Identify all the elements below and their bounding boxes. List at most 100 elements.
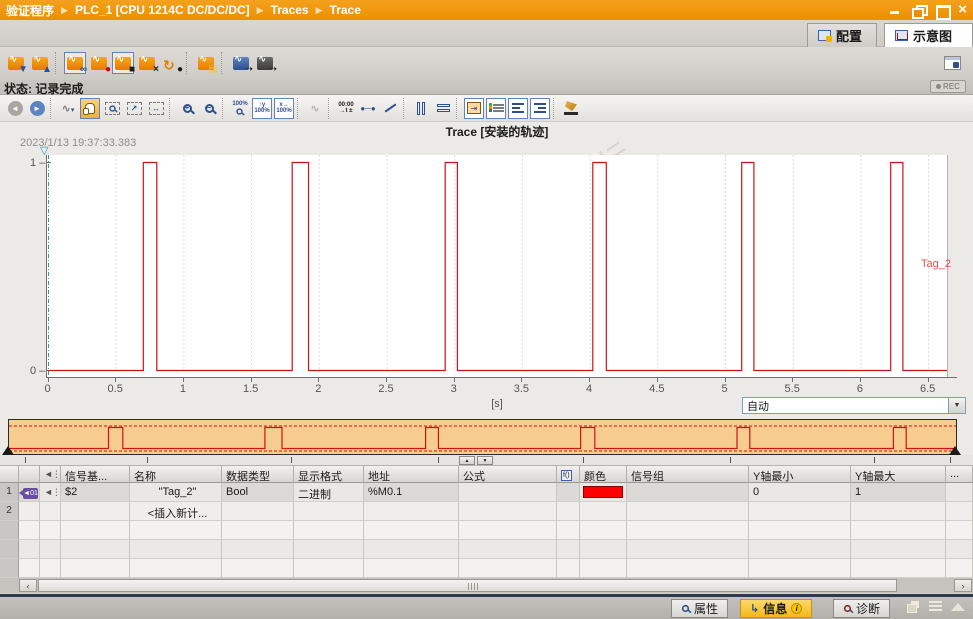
cell-formula[interactable] <box>459 483 557 502</box>
y-scale-100-icon[interactable]: ↑y 100% <box>252 97 272 119</box>
cell-ymax[interactable] <box>851 559 946 578</box>
cell-fx[interactable] <box>557 483 580 502</box>
signal-color-swatch[interactable] <box>583 486 623 498</box>
show-sample-points-icon[interactable]: ●─● <box>358 98 378 119</box>
start-recording-icon[interactable]: ∿ ● <box>88 52 111 74</box>
align-legend-left-icon[interactable] <box>508 97 528 119</box>
chevron-down-icon[interactable]: ▼ <box>948 398 965 413</box>
pan-icon[interactable] <box>80 97 100 119</box>
cell-name[interactable]: "Tag_2" <box>130 483 222 502</box>
nav-forward-icon[interactable]: ► <box>27 98 47 119</box>
cell-fx[interactable] <box>557 521 580 540</box>
cell-formula[interactable] <box>459 559 557 578</box>
cell-name[interactable] <box>130 521 222 540</box>
cell-group[interactable] <box>627 521 749 540</box>
tab-configuration[interactable]: 配置 <box>807 23 877 47</box>
snap-cursor-icon[interactable]: ∿▾ <box>58 98 78 119</box>
cell-ymin[interactable] <box>749 540 851 559</box>
cell-base[interactable] <box>61 540 130 559</box>
collapse-panel-icon[interactable] <box>951 603 965 611</box>
float-panel-icon[interactable] <box>907 601 920 613</box>
zoom-in-icon[interactable]: + <box>177 98 197 119</box>
cell-group[interactable] <box>627 540 749 559</box>
cell-formula[interactable] <box>459 521 557 540</box>
zoom-100-icon[interactable]: 100% <box>230 98 250 119</box>
zoom-selection-icon[interactable] <box>102 98 122 119</box>
overview-range-handle-right[interactable] <box>949 446 961 455</box>
auto-repeat-icon[interactable]: ↻ ● <box>160 52 183 75</box>
cell-fx[interactable] <box>557 540 580 559</box>
cell-color[interactable] <box>580 559 627 578</box>
cell-tag[interactable] <box>19 521 40 540</box>
cell-datatype[interactable] <box>222 559 294 578</box>
cell-formula[interactable] <box>459 540 557 559</box>
cell-format[interactable] <box>294 540 364 559</box>
cell-src[interactable] <box>40 521 61 540</box>
cell-datatype[interactable]: Bool <box>222 483 294 502</box>
cell-ymin[interactable]: 0 <box>749 483 851 502</box>
scrollbar-thumb[interactable] <box>38 579 897 592</box>
time-alignment-icon[interactable]: 00:00 →t ± <box>336 98 356 119</box>
cell-color[interactable] <box>580 521 627 540</box>
cell-name[interactable]: <插入新计... <box>130 502 222 521</box>
scroll-left-icon[interactable]: ‹ <box>19 579 37 592</box>
cell-fx[interactable] <box>557 559 580 578</box>
maximize-icon[interactable] <box>935 4 952 20</box>
cell-base[interactable] <box>61 521 130 540</box>
cell-src[interactable] <box>40 540 61 559</box>
cell-color[interactable] <box>580 502 627 521</box>
cell-datatype[interactable] <box>222 540 294 559</box>
cell-more[interactable] <box>946 540 973 559</box>
cell-base[interactable] <box>61 502 130 521</box>
cell-src[interactable]: ◄⋮ <box>40 483 61 502</box>
delete-trace-icon[interactable]: ∿ × <box>136 52 159 74</box>
split-horizontal-icon[interactable] <box>433 98 453 119</box>
float-view-icon[interactable] <box>944 56 961 70</box>
cell-ymax[interactable] <box>851 521 946 540</box>
cell-tag[interactable] <box>19 502 40 521</box>
cell-ymin[interactable] <box>749 559 851 578</box>
zoom-out-icon[interactable]: − <box>199 98 219 119</box>
plot-area[interactable] <box>46 155 951 377</box>
horizontal-scrollbar[interactable]: ‹ › <box>0 578 973 593</box>
transfer-configuration-to-device-icon[interactable]: ∿ ▼ <box>5 52 28 74</box>
cell-datatype[interactable] <box>222 502 294 521</box>
cell-color[interactable] <box>580 483 627 502</box>
scale-mode-dropdown[interactable]: 自动 ▼ <box>742 397 966 414</box>
cell-more[interactable] <box>946 521 973 540</box>
split-vertical-icon[interactable] <box>411 98 431 119</box>
tab-diagnostics[interactable]: 诊断 <box>833 599 891 618</box>
background-color-icon[interactable] <box>561 98 581 119</box>
expand-down-icon[interactable]: ▼ <box>477 456 493 465</box>
cell-base[interactable]: $2 <box>61 483 130 502</box>
cell-more[interactable] <box>946 559 973 578</box>
cell-group[interactable] <box>627 502 749 521</box>
float-window-icon[interactable] <box>912 4 929 19</box>
breadcrumb-item[interactable]: 验证程序 <box>6 2 54 19</box>
cell-more[interactable] <box>946 483 973 502</box>
show-signals-icon[interactable]: ∿ <box>305 98 325 119</box>
tab-properties[interactable]: 属性 <box>671 599 729 618</box>
cell-src[interactable] <box>40 559 61 578</box>
legend-position-icon[interactable]: ⇥ <box>464 97 484 119</box>
copy-to-measurements-icon[interactable]: ∿ ▤ <box>195 52 218 74</box>
cell-name[interactable] <box>130 559 222 578</box>
monitor-toggle-icon[interactable]: ∿ ∞ <box>64 52 87 74</box>
zoom-dynamic-icon[interactable]: ↗ <box>124 98 144 119</box>
interpolation-icon[interactable] <box>380 98 400 119</box>
cell-base[interactable] <box>61 559 130 578</box>
show-legend-icon[interactable] <box>486 97 506 119</box>
stop-recording-icon[interactable]: ∿ ■ <box>112 52 135 74</box>
cell-format[interactable] <box>294 521 364 540</box>
cell-color[interactable] <box>580 540 627 559</box>
cell-fx[interactable] <box>557 502 580 521</box>
cell-formula[interactable] <box>459 502 557 521</box>
minimize-icon[interactable] <box>889 4 902 16</box>
cell-tag[interactable] <box>19 559 40 578</box>
cell-name[interactable] <box>130 540 222 559</box>
nav-back-icon[interactable]: ◄ <box>5 98 25 119</box>
align-legend-right-icon[interactable] <box>530 97 550 119</box>
breadcrumb-item[interactable]: Trace <box>330 3 361 17</box>
cell-address[interactable] <box>364 559 459 578</box>
x-scale-100-icon[interactable]: x→ 100% <box>274 97 294 119</box>
